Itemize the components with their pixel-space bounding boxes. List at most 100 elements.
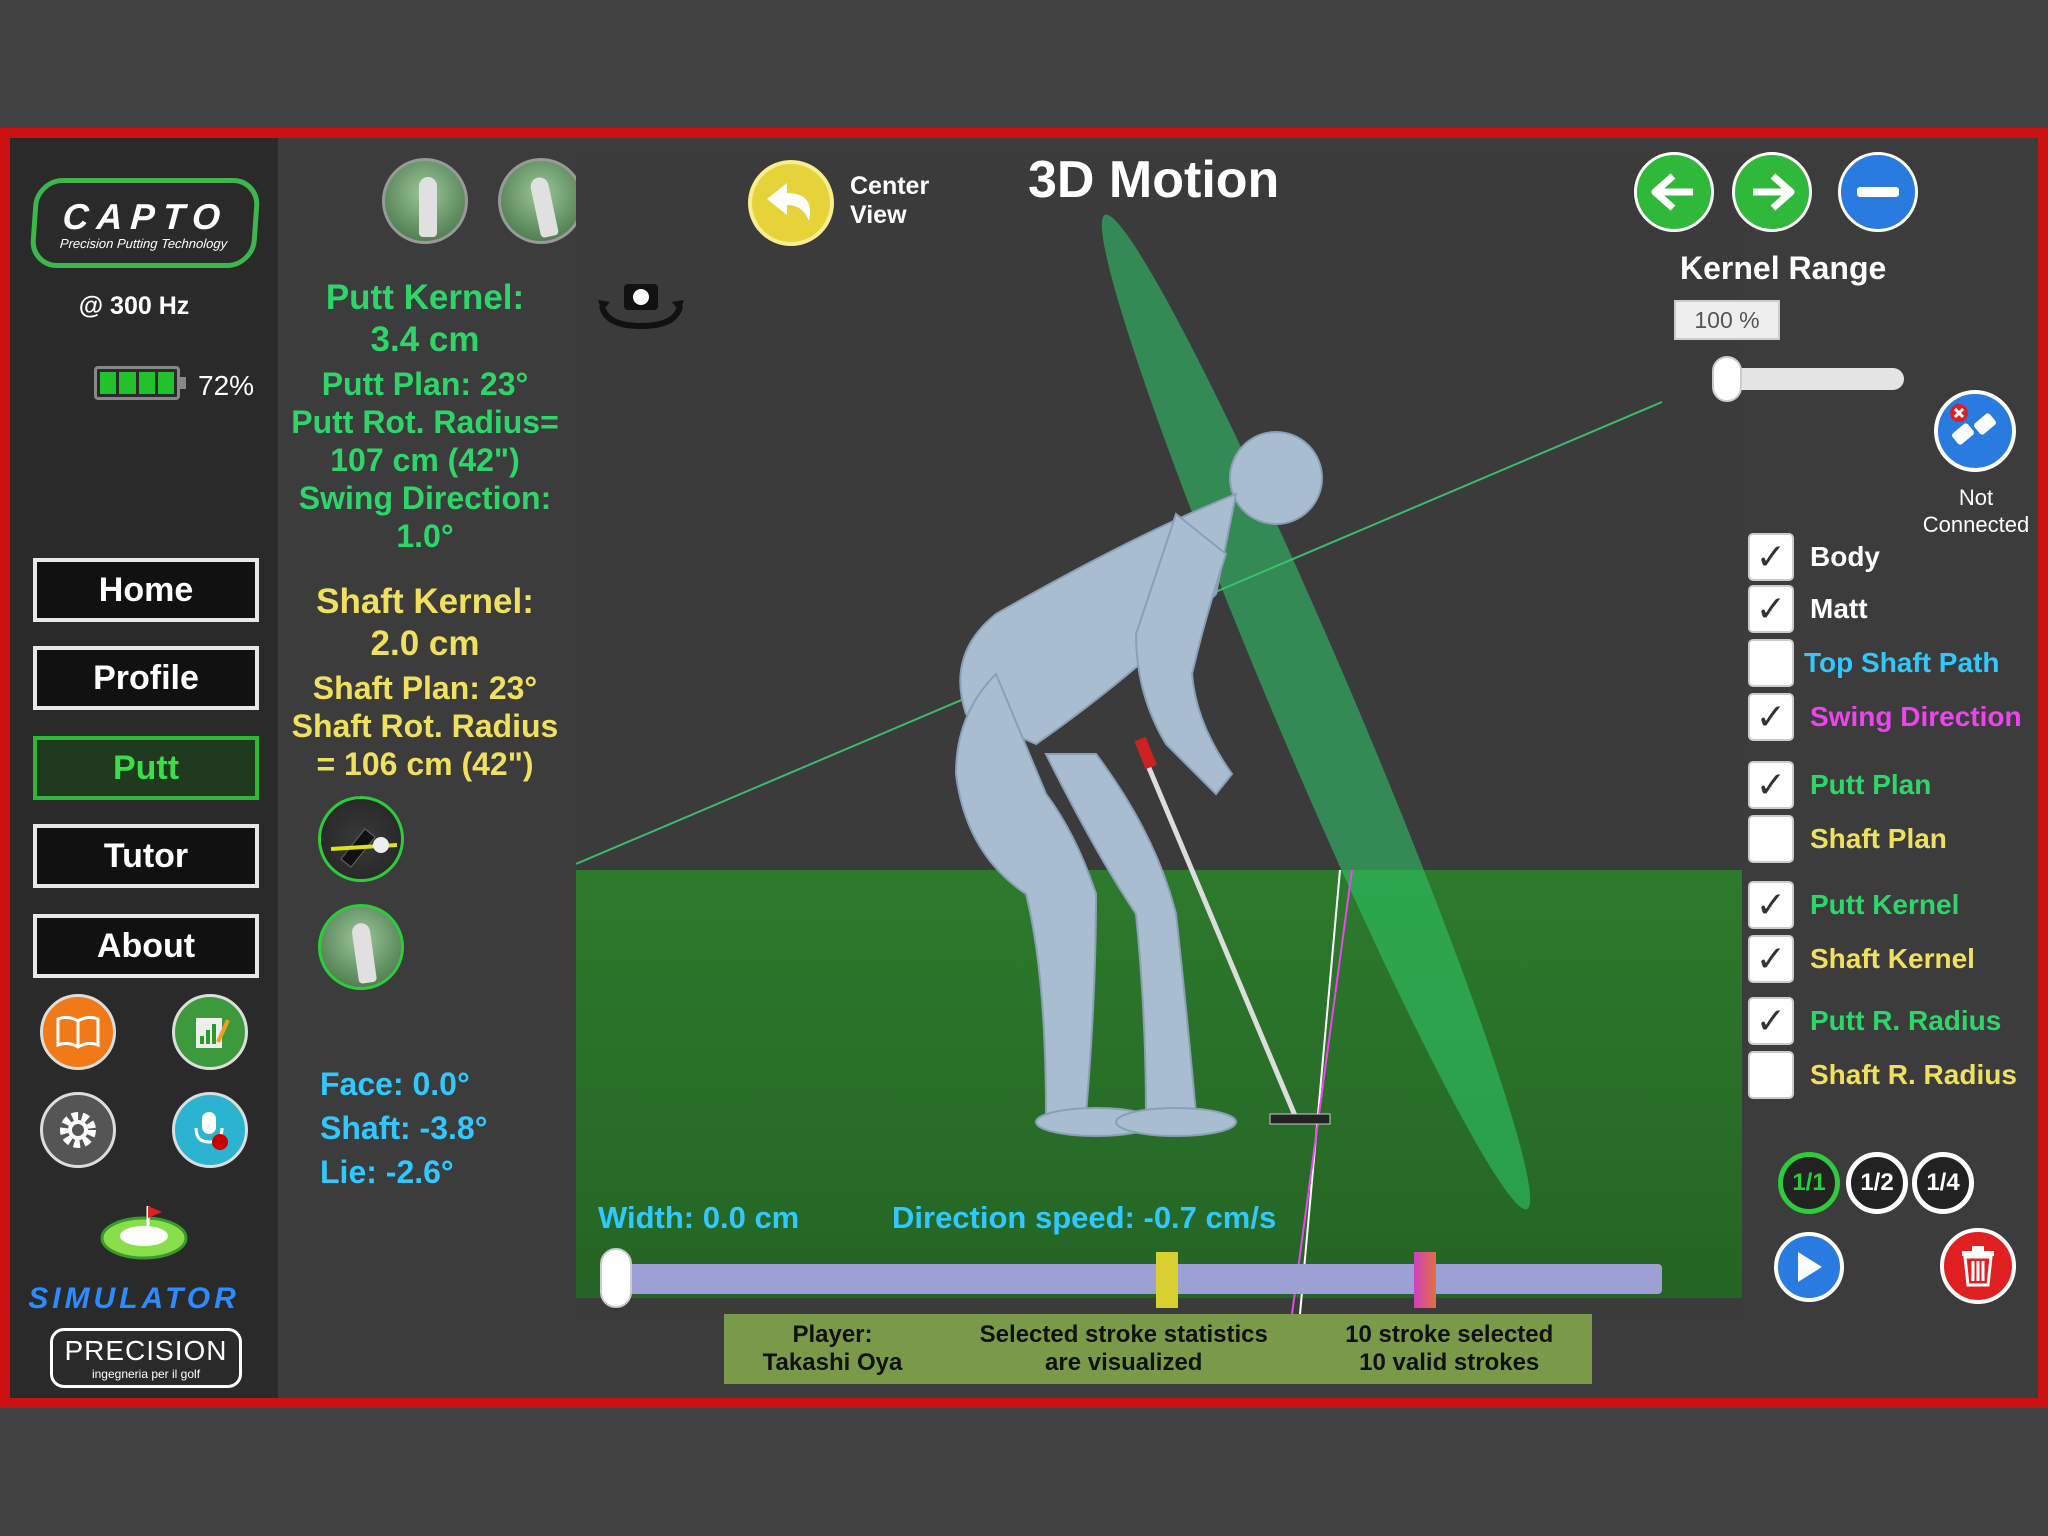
kernel-range-slider-track[interactable]	[1724, 368, 1904, 390]
toggle-shaft-r-radius-label: Shaft R. Radius	[1810, 1059, 2017, 1090]
checkbox-shaft-kernel[interactable]: ✓	[1748, 935, 1794, 983]
3d-scene	[576, 214, 1663, 1314]
timeline-marker-yellow[interactable]	[1156, 1252, 1178, 1308]
putt-kernel-value: 3.4 cm	[370, 320, 480, 359]
kernel-range-slider-thumb[interactable]	[1712, 356, 1742, 402]
status-strokes: 10 stroke selected 10 valid strokes	[1345, 1321, 1553, 1377]
view-side-thumbnail[interactable]	[498, 158, 584, 244]
toggle-shaft-plan[interactable]: Shaft Plan	[1748, 814, 1947, 864]
speed-half-button[interactable]: 1/2	[1846, 1152, 1908, 1214]
toggle-putt-r-radius[interactable]: ✓ Putt R. Radius	[1748, 996, 2001, 1046]
center-view-label: Center View	[850, 172, 929, 230]
timeline-track[interactable]	[608, 1264, 1662, 1294]
previous-stroke-button[interactable]	[1634, 152, 1714, 232]
view-front-thumbnail[interactable]	[382, 158, 468, 244]
toggle-putt-kernel-label: Putt Kernel	[1810, 889, 1960, 920]
status-statistics: Selected stroke statistics are visualize…	[980, 1321, 1268, 1377]
book-icon[interactable]	[40, 994, 116, 1070]
camera-rotate-icon[interactable]	[596, 276, 686, 332]
center-view-label-line2: View	[850, 201, 907, 229]
battery-icon	[94, 366, 186, 400]
checkbox-putt-kernel[interactable]: ✓	[1748, 881, 1794, 929]
putt-rot-radius-value: 107 cm (42")	[330, 442, 520, 478]
checkbox-putt-r-radius[interactable]: ✓	[1748, 997, 1794, 1045]
status-statistics-line2: are visualized	[1045, 1349, 1203, 1376]
swing-direction-label: Swing Direction:	[298, 480, 552, 516]
checkbox-putt-plan[interactable]: ✓	[1748, 761, 1794, 809]
toggle-swing-direction-label: Swing Direction	[1810, 701, 2022, 732]
status-strokes-line1: 10 stroke selected	[1345, 1321, 1554, 1348]
kernel-range-input[interactable]: 100 %	[1674, 300, 1780, 340]
toggle-putt-plan[interactable]: ✓ Putt Plan	[1748, 760, 1931, 810]
putt-button[interactable]: Putt	[33, 736, 259, 800]
3d-viewport[interactable]	[576, 154, 1742, 1314]
delete-button[interactable]	[1940, 1228, 2016, 1304]
report-icon[interactable]	[172, 994, 248, 1070]
toggle-putt-plan-label: Putt Plan	[1810, 769, 1932, 800]
precision-logo-text: PRECISION	[64, 1335, 228, 1366]
putter-face-view-button[interactable]	[318, 796, 404, 882]
speed-quarter-button[interactable]: 1/4	[1912, 1152, 1974, 1214]
toggle-shaft-r-radius[interactable]: Shaft R. Radius	[1748, 1050, 2017, 1100]
next-stroke-button[interactable]	[1732, 152, 1812, 232]
play-button[interactable]	[1774, 1232, 1844, 1302]
toggle-body-label: Body	[1810, 541, 1880, 572]
microphone-rec-icon[interactable]	[172, 1092, 248, 1168]
logo-subtitle: Precision Putting Technology	[59, 235, 228, 251]
toggle-shaft-kernel[interactable]: ✓ Shaft Kernel	[1748, 934, 1975, 984]
toggle-body[interactable]: ✓ Body	[1748, 532, 1880, 582]
status-player: Player: Takashi Oya	[763, 1321, 903, 1377]
sample-rate: @ 300 Hz	[78, 292, 190, 320]
status-statistics-line1: Selected stroke statistics	[979, 1321, 1268, 1348]
speed-full-button[interactable]: 1/1	[1778, 1152, 1840, 1214]
shaft-kernel-value: 2.0 cm	[370, 624, 480, 663]
checkbox-matt[interactable]: ✓	[1748, 585, 1794, 633]
status-strokes-line2: 10 valid strokes	[1359, 1349, 1540, 1376]
shaft-rot-radius-value: = 106 cm (42")	[316, 746, 534, 782]
about-button[interactable]: About	[33, 914, 259, 978]
home-button[interactable]: Home	[33, 558, 259, 622]
timeline-scrubber[interactable]	[600, 1248, 632, 1308]
battery-percent: 72%	[198, 370, 255, 401]
player-view-button[interactable]	[318, 904, 404, 990]
profile-button[interactable]: Profile	[33, 646, 259, 710]
capto-logo: CAPTO Precision Putting Technology	[28, 178, 262, 268]
connection-status-line2: Connected	[1922, 512, 2030, 537]
toggle-shaft-kernel-label: Shaft Kernel	[1810, 943, 1975, 974]
toggle-matt[interactable]: ✓ Matt	[1748, 584, 1868, 634]
putt-kernel-label: Putt Kernel:	[325, 278, 525, 317]
logo-text: CAPTO	[61, 195, 230, 237]
precision-logo: PRECISION ingegneria per il golf	[50, 1328, 242, 1388]
timeline-marker-magenta[interactable]	[1414, 1252, 1436, 1308]
remove-stroke-button[interactable]	[1838, 152, 1918, 232]
bluetooth-disconnected-icon[interactable]	[1934, 390, 2016, 472]
checkbox-shaft-r-radius[interactable]	[1748, 1051, 1794, 1099]
swing-direction-value: 1.0°	[396, 518, 454, 554]
toggle-matt-label: Matt	[1810, 593, 1868, 624]
checkbox-swing-direction[interactable]: ✓	[1748, 693, 1794, 741]
simulator-green-icon	[100, 1206, 188, 1260]
simulator-logo: SIMULATOR	[28, 1282, 240, 1315]
shaft-kernel-label: Shaft Kernel:	[316, 582, 534, 621]
status-player-label: Player:	[792, 1321, 873, 1348]
toggle-putt-kernel[interactable]: ✓ Putt Kernel	[1748, 880, 1959, 930]
status-player-name: Takashi Oya	[762, 1349, 903, 1376]
gear-icon[interactable]	[40, 1092, 116, 1168]
checkbox-body[interactable]: ✓	[1748, 533, 1794, 581]
connection-status-line1: Not	[1958, 485, 1994, 510]
kernel-range-label: Kernel Range	[1680, 250, 1887, 286]
toggle-putt-r-radius-label: Putt R. Radius	[1810, 1005, 2002, 1036]
page-title: 3D Motion	[1028, 151, 1280, 209]
precision-logo-subtitle: ingegneria per il golf	[91, 1367, 201, 1381]
checkbox-top-shaft-path[interactable]	[1748, 639, 1794, 687]
width-readout: Width: 0.0 cm	[598, 1200, 800, 1235]
tutor-button[interactable]: Tutor	[33, 824, 259, 888]
toggle-swing-direction[interactable]: ✓ Swing Direction	[1748, 692, 2022, 742]
shaft-plan: Shaft Plan: 23°	[312, 670, 538, 706]
status-bar: Player: Takashi Oya Selected stroke stat…	[724, 1314, 1592, 1384]
toggle-top-shaft-path[interactable]: Top Shaft Path	[1748, 638, 1999, 688]
center-view-button[interactable]	[748, 160, 834, 246]
putt-plan: Putt Plan: 23°	[321, 366, 529, 402]
checkbox-shaft-plan[interactable]	[1748, 815, 1794, 863]
putt-rot-radius-label: Putt Rot. Radius=	[291, 404, 559, 440]
